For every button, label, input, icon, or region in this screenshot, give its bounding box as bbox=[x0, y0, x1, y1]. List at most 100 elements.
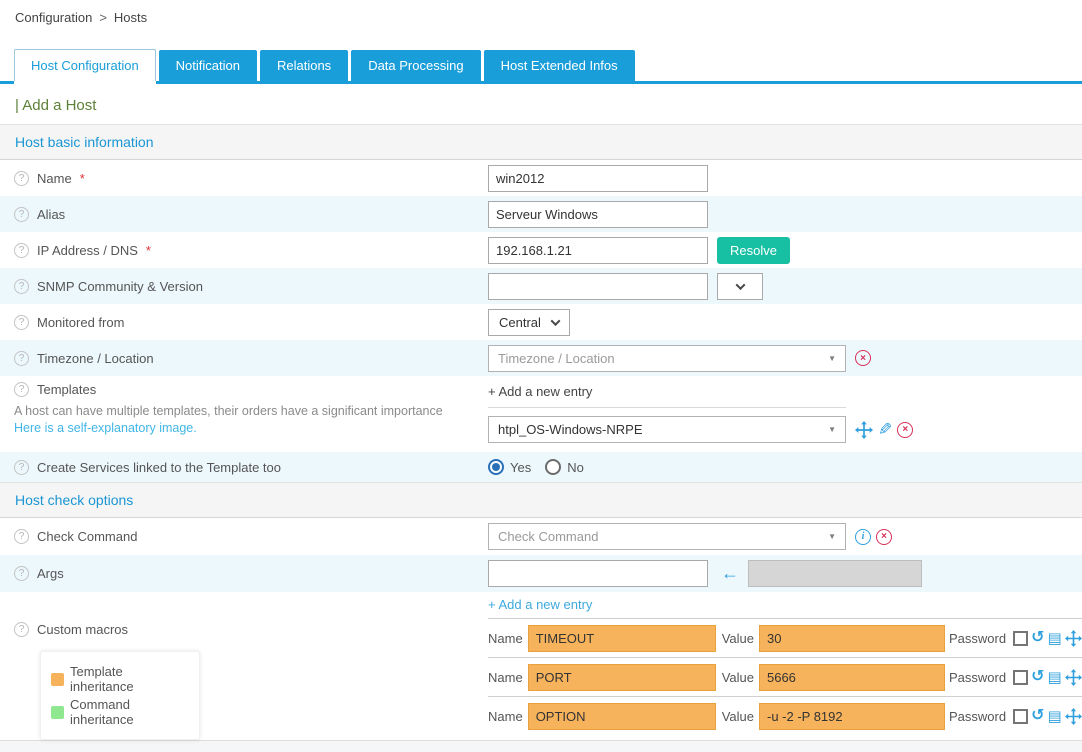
section-host-check-options: Host check options bbox=[0, 482, 1082, 518]
macros-add-entry[interactable]: + Add a new entry bbox=[488, 592, 1082, 618]
help-icon[interactable]: ? bbox=[14, 622, 29, 637]
custom-macros-label: Custom macros bbox=[37, 622, 128, 637]
move-icon[interactable] bbox=[1065, 669, 1082, 686]
row-monitored-from: ? Monitored from Central bbox=[0, 304, 1082, 340]
args-label: Args bbox=[37, 566, 64, 581]
help-icon[interactable]: ? bbox=[14, 171, 29, 186]
legend-label: Template inheritance bbox=[70, 664, 189, 694]
undo-icon[interactable]: ↺ bbox=[1031, 630, 1044, 646]
macro-name-label: Name bbox=[488, 670, 523, 685]
resolve-button[interactable]: Resolve bbox=[717, 237, 790, 264]
clear-check-command-icon[interactable]: × bbox=[876, 529, 892, 545]
breadcrumb-hosts[interactable]: Hosts bbox=[114, 10, 147, 25]
undo-icon[interactable]: ↺ bbox=[1031, 708, 1044, 724]
help-icon[interactable]: ? bbox=[14, 351, 29, 366]
breadcrumb-separator: > bbox=[99, 10, 107, 25]
tab-bar: Host Configuration Notification Relation… bbox=[0, 49, 1082, 84]
name-label: Name bbox=[37, 171, 72, 186]
macro-password-label: Password bbox=[949, 709, 1006, 724]
custom-macros-block: ? Custom macros Template inheritance Com… bbox=[0, 592, 1082, 740]
macro-value-input[interactable] bbox=[759, 664, 945, 691]
timezone-label: Timezone / Location bbox=[37, 351, 154, 366]
alias-label: Alias bbox=[37, 207, 65, 222]
dropdown-arrow-icon: ▼ bbox=[828, 532, 836, 541]
tab-notification[interactable]: Notification bbox=[159, 50, 257, 81]
template-select-value: htpl_OS-Windows-NRPE bbox=[498, 422, 643, 437]
snmp-version-select[interactable] bbox=[717, 273, 763, 300]
password-checkbox[interactable] bbox=[1013, 709, 1028, 724]
macro-password-label: Password bbox=[949, 631, 1006, 646]
tab-relations[interactable]: Relations bbox=[260, 50, 348, 81]
edit-pencil-icon[interactable]: ✎ bbox=[878, 421, 892, 438]
check-command-label: Check Command bbox=[37, 529, 137, 544]
help-icon[interactable]: ? bbox=[14, 207, 29, 222]
macro-row: Name Value Password ↺ ▤ × bbox=[488, 696, 1082, 735]
templates-add-entry[interactable]: + Add a new entry bbox=[488, 382, 846, 408]
remove-template-icon[interactable]: × bbox=[897, 422, 913, 438]
name-input[interactable] bbox=[488, 165, 708, 192]
row-snmp: ? SNMP Community & Version bbox=[0, 268, 1082, 304]
timezone-placeholder: Timezone / Location bbox=[498, 351, 615, 366]
password-checkbox[interactable] bbox=[1013, 670, 1028, 685]
help-icon[interactable]: ? bbox=[14, 382, 29, 397]
macro-name-input[interactable] bbox=[528, 625, 716, 652]
host-config-page: Configuration > Hosts Host Configuration N… bbox=[0, 0, 1082, 752]
macro-name-input[interactable] bbox=[528, 703, 716, 730]
help-icon[interactable]: ? bbox=[14, 243, 29, 258]
legend-label: Command inheritance bbox=[70, 697, 189, 727]
snmp-community-input[interactable] bbox=[488, 273, 708, 300]
args-input[interactable] bbox=[488, 560, 708, 587]
legend-template-inheritance: Template inheritance bbox=[51, 664, 189, 694]
radio-no-label: No bbox=[567, 460, 584, 475]
ip-address-label: IP Address / DNS bbox=[37, 243, 138, 258]
move-icon[interactable] bbox=[855, 421, 873, 439]
macro-name-label: Name bbox=[488, 709, 523, 724]
macro-value-label: Value bbox=[722, 631, 754, 646]
tab-data-processing[interactable]: Data Processing bbox=[351, 50, 480, 81]
legend-command-inheritance: Command inheritance bbox=[51, 697, 189, 727]
macro-value-input[interactable] bbox=[759, 703, 945, 730]
monitored-from-value: Central bbox=[499, 315, 541, 330]
macro-name-label: Name bbox=[488, 631, 523, 646]
arrow-left-icon: ← bbox=[721, 563, 739, 584]
password-checkbox[interactable] bbox=[1013, 631, 1028, 646]
timezone-select[interactable]: Timezone / Location ▼ bbox=[488, 345, 846, 372]
ip-address-input[interactable] bbox=[488, 237, 708, 264]
template-select[interactable]: htpl_OS-Windows-NRPE ▼ bbox=[488, 416, 846, 443]
macro-password-label: Password bbox=[949, 670, 1006, 685]
macro-name-input[interactable] bbox=[528, 664, 716, 691]
help-icon[interactable]: ? bbox=[14, 460, 29, 475]
tab-host-configuration[interactable]: Host Configuration bbox=[14, 49, 156, 81]
breadcrumb-configuration[interactable]: Configuration bbox=[15, 10, 92, 25]
required-asterisk: * bbox=[80, 171, 85, 186]
description-icon[interactable]: ▤ bbox=[1047, 631, 1061, 646]
clear-timezone-icon[interactable]: × bbox=[855, 350, 871, 366]
undo-icon[interactable]: ↺ bbox=[1031, 669, 1044, 685]
description-icon[interactable]: ▤ bbox=[1047, 709, 1061, 724]
help-icon[interactable]: ? bbox=[14, 529, 29, 544]
dropdown-arrow-icon: ▼ bbox=[828, 425, 836, 434]
move-icon[interactable] bbox=[1065, 708, 1082, 725]
info-icon[interactable]: i bbox=[855, 529, 871, 545]
radio-yes[interactable] bbox=[488, 459, 504, 475]
help-icon[interactable]: ? bbox=[14, 315, 29, 330]
row-create-services: ? Create Services linked to the Template… bbox=[0, 452, 1082, 482]
chevron-down-icon bbox=[735, 280, 745, 290]
tab-host-extended-infos[interactable]: Host Extended Infos bbox=[484, 50, 635, 81]
check-command-select[interactable]: Check Command ▼ bbox=[488, 523, 846, 550]
move-icon[interactable] bbox=[1065, 630, 1082, 647]
templates-help-link[interactable]: Here is a self-explanatory image. bbox=[14, 421, 197, 435]
command-inheritance-swatch bbox=[51, 706, 64, 719]
help-icon[interactable]: ? bbox=[14, 279, 29, 294]
radio-no[interactable] bbox=[545, 459, 561, 475]
alias-input[interactable] bbox=[488, 201, 708, 228]
monitored-from-select[interactable]: Central bbox=[488, 309, 570, 336]
description-icon[interactable]: ▤ bbox=[1047, 670, 1061, 685]
help-icon[interactable]: ? bbox=[14, 566, 29, 581]
footer-bar bbox=[0, 740, 1082, 752]
dropdown-arrow-icon: ▼ bbox=[828, 354, 836, 363]
snmp-label: SNMP Community & Version bbox=[37, 279, 203, 294]
macro-value-input[interactable] bbox=[759, 625, 945, 652]
macro-value-label: Value bbox=[722, 670, 754, 685]
template-inheritance-swatch bbox=[51, 673, 64, 686]
